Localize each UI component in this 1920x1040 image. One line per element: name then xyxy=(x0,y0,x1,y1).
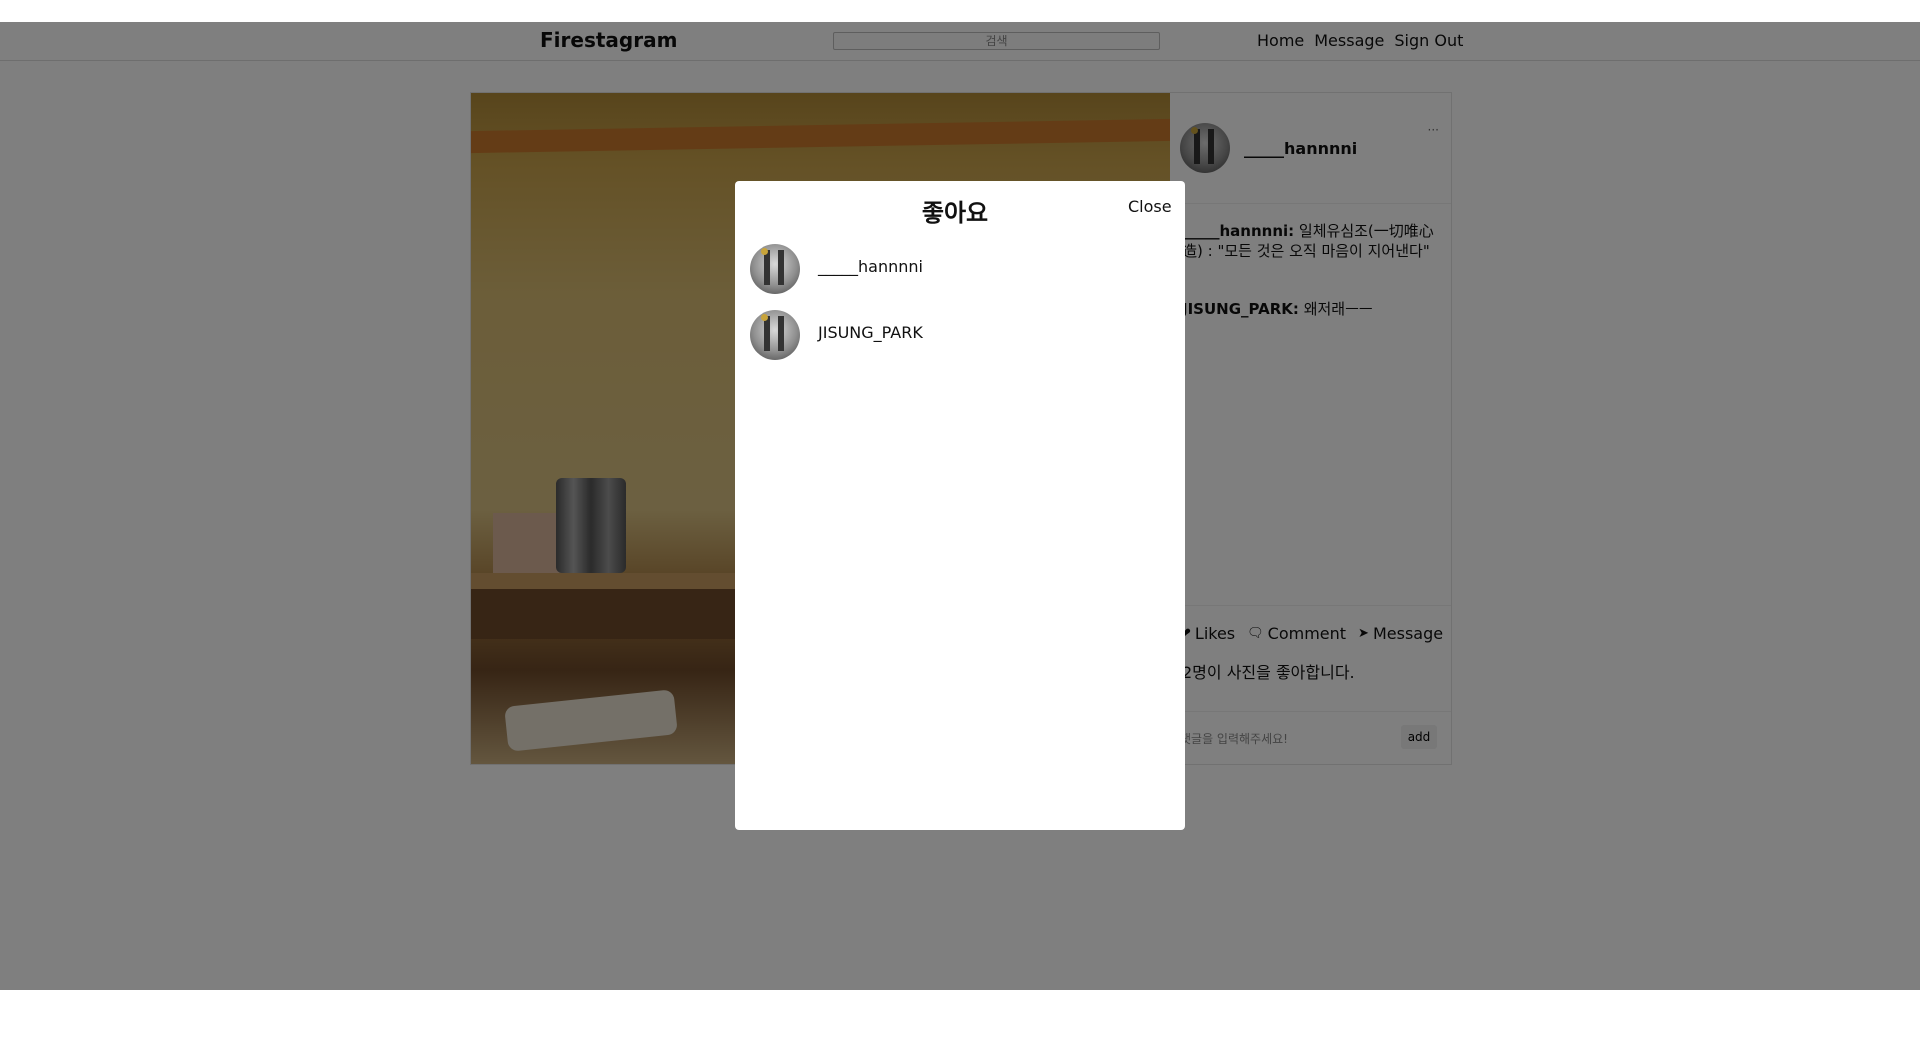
user-name[interactable]: _____hannnni xyxy=(818,257,923,276)
modal-title: 좋아요 xyxy=(921,199,989,227)
user-avatar[interactable] xyxy=(750,244,800,294)
list-item[interactable]: JISUNG_PARK xyxy=(750,310,1170,360)
user-avatar[interactable] xyxy=(750,310,800,360)
close-button[interactable]: Close xyxy=(1128,197,1172,216)
list-item[interactable]: _____hannnni xyxy=(750,244,1170,294)
likes-user-list: _____hannnni JISUNG_PARK xyxy=(750,244,1170,376)
likes-modal: 좋아요 Close _____hannnni JISUNG_PARK xyxy=(735,181,1185,830)
user-name[interactable]: JISUNG_PARK xyxy=(818,323,923,342)
